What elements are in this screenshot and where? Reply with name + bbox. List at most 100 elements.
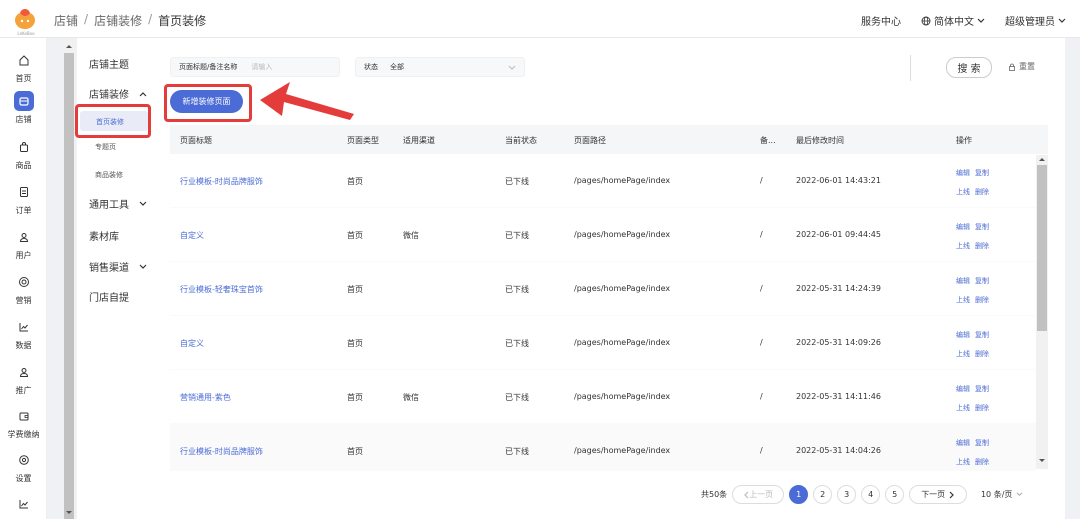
submenu-decoration[interactable]: 店铺装修 [89,86,147,101]
next-page-button[interactable]: 下一页 [909,485,968,504]
title-link[interactable]: 行业模板-时尚品牌服饰 [180,446,263,457]
delete-link[interactable]: 删除 [975,242,989,250]
scroll-up-icon[interactable] [1036,155,1048,163]
rail-item-more[interactable] [0,494,47,517]
page-size-select[interactable]: 10 条/页 [972,485,1033,504]
copy-link[interactable]: 复制 [975,277,989,285]
row-actions: 编辑 复制上线 删除 [956,164,994,202]
edit-link[interactable]: 编辑 [956,169,970,177]
rail-item-marketing[interactable]: 营销 [0,272,47,306]
rail-item-store[interactable]: 店铺 [0,91,47,125]
title-link[interactable]: 行业模板-时尚品牌服饰 [180,176,263,187]
edit-link[interactable]: 编辑 [956,439,970,447]
submenu-tools[interactable]: 通用工具 [89,196,147,211]
delete-link[interactable]: 删除 [975,458,989,466]
copy-link[interactable]: 复制 [975,223,989,231]
rail-item-data[interactable]: 数据 [0,317,47,351]
submenu-goods-decoration[interactable]: 商品装修 [95,170,123,180]
breadcrumb-item[interactable]: 店铺装修 [94,12,142,29]
page-number[interactable]: 5 [885,485,905,504]
prev-page-button[interactable]: 上一页 [732,485,785,504]
breadcrumb-item[interactable]: 店铺 [54,12,78,29]
rail-item-goods[interactable]: 商品 [0,137,47,171]
path-cell: /pages/homePage/index [574,446,671,455]
status-filter[interactable]: 状态 全部 [355,57,525,77]
status-cell: 已下线 [505,231,529,240]
brand-logo-icon[interactable] [13,7,37,31]
language-selector[interactable]: 简体中文 [921,13,985,28]
time-cell: 2022-06-01 14:43:21 [796,176,881,185]
nav-scrollbar[interactable] [62,38,76,519]
scroll-down-icon[interactable] [62,508,76,518]
rail-item-home[interactable]: 首页 [0,50,47,84]
submenu-channels[interactable]: 销售渠道 [89,259,147,274]
submenu-materials[interactable]: 素材库 [89,228,119,243]
title-link[interactable]: 行业模板-轻奢珠宝首饰 [180,284,263,295]
chevron-down-icon [139,264,147,269]
copy-link[interactable]: 复制 [975,331,989,339]
bag-icon [14,137,34,157]
title-filter[interactable]: 页面标题/备注名称 请输入 [170,57,340,77]
header-cell: 页面类型 [347,136,379,145]
delete-link[interactable]: 删除 [975,188,989,196]
page-number[interactable]: 3 [837,485,857,504]
language-label: 简体中文 [934,17,974,28]
edit-link[interactable]: 编辑 [956,385,970,393]
time-cell: 2022-06-01 09:44:45 [796,230,881,239]
scroll-down-icon[interactable] [1036,457,1048,465]
title-link[interactable]: 自定义 [180,338,204,349]
title-link[interactable]: 营销通用-紫色 [180,392,231,403]
page-number[interactable]: 2 [813,485,833,504]
reset-button[interactable]: 重置 [1008,61,1035,72]
note-cell: / [760,446,763,455]
table-scrollbar[interactable] [1036,155,1048,469]
publish-link[interactable]: 上线 [956,296,970,304]
nav-scrollbar-thumb[interactable] [64,53,74,519]
copy-link[interactable]: 复制 [975,385,989,393]
row-actions: 编辑 复制上线 删除 [956,218,994,256]
page-number[interactable]: 1 [789,485,809,504]
publish-link[interactable]: 上线 [956,242,970,250]
edit-link[interactable]: 编辑 [956,277,970,285]
path-cell: /pages/homePage/index [574,230,671,239]
publish-link[interactable]: 上线 [956,188,970,196]
chevron-down-icon [139,201,147,206]
rail-item-orders[interactable]: 订单 [0,182,47,216]
scroll-up-icon[interactable] [62,41,76,51]
service-center-link[interactable]: 服务中心 [861,13,901,28]
rail-item-settings[interactable]: 设置 [0,450,47,484]
delete-link[interactable]: 删除 [975,296,989,304]
publish-link[interactable]: 上线 [956,404,970,412]
edit-link[interactable]: 编辑 [956,331,970,339]
reset-label: 重置 [1019,62,1035,71]
submenu-theme[interactable]: 店铺主题 [89,56,129,71]
rail-item-label: 订单 [15,206,32,215]
title-link[interactable]: 自定义 [180,230,204,241]
search-button[interactable]: 搜 索 [946,57,992,78]
submenu-pickup[interactable]: 门店自提 [89,289,129,304]
delete-link[interactable]: 删除 [975,404,989,412]
delete-link[interactable]: 删除 [975,350,989,358]
rail-item-label: 推广 [15,386,32,395]
edit-link[interactable]: 编辑 [956,223,970,231]
rail-item-tuition[interactable]: 学费缴纳 [0,406,47,440]
publish-link[interactable]: 上线 [956,350,970,358]
status-cell: 已下线 [505,447,529,456]
table-row: 自定义 首页 微信 已下线/pages/homePage/index / 2022-06-… [170,208,1036,262]
rail-item-promotion[interactable]: 推广 [0,362,47,396]
submenu-topic-page[interactable]: 专题页 [95,142,116,152]
copy-link[interactable]: 复制 [975,169,989,177]
page-number[interactable]: 4 [861,485,881,504]
table-scrollbar-thumb[interactable] [1037,165,1047,331]
copy-link[interactable]: 复制 [975,439,989,447]
user-name: 超级管理员 [1005,17,1055,28]
highlight-box-submenu [75,104,151,138]
next-label: 下一页 [921,490,946,499]
rail-item-users[interactable]: 用户 [0,227,47,261]
header-cell: 操作 [956,136,972,145]
user-menu[interactable]: 超级管理员 [1005,13,1066,28]
title-filter-input[interactable]: 请输入 [251,62,272,72]
status-cell: 已下线 [505,393,529,402]
publish-link[interactable]: 上线 [956,458,970,466]
chevron-down-icon [1058,18,1066,23]
